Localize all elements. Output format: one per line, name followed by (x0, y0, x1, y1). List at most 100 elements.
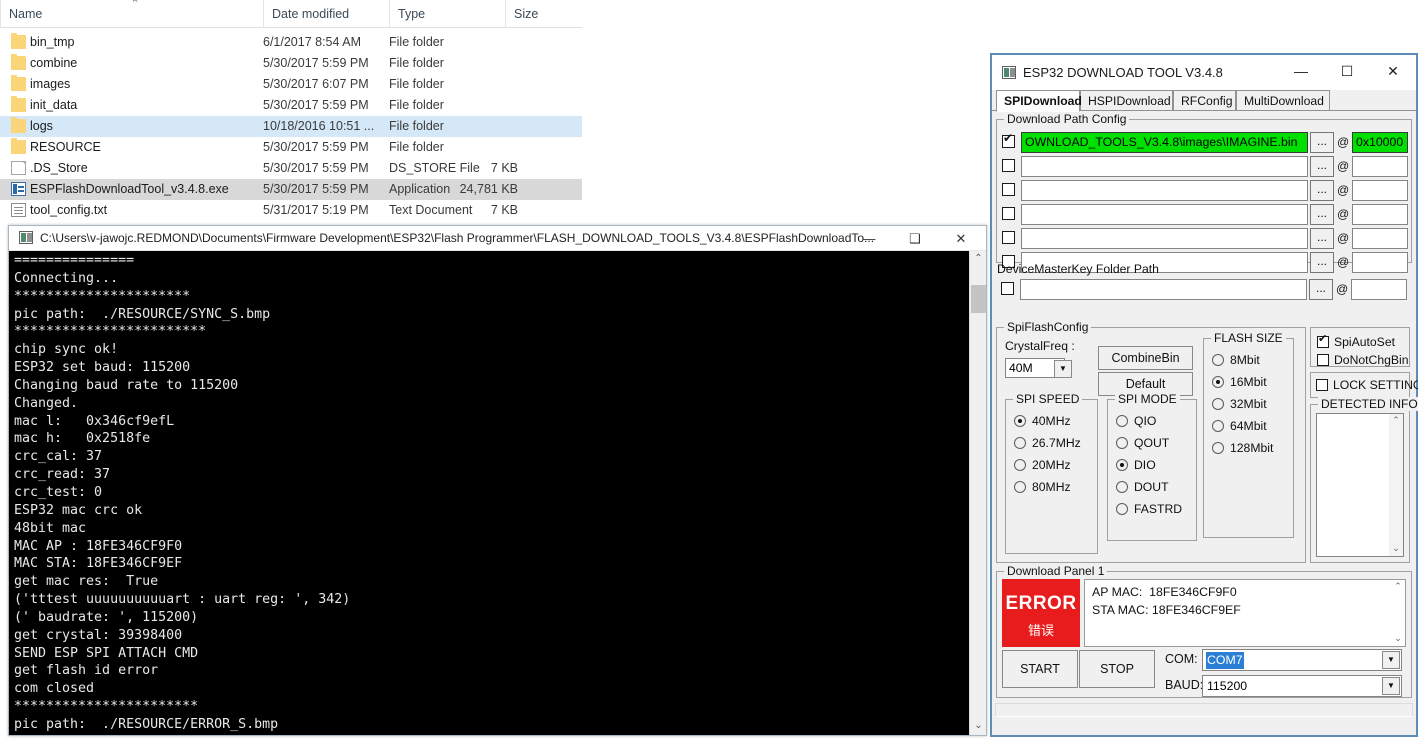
column-header-type[interactable]: Type (389, 0, 505, 28)
baud-rate-select[interactable]: 115200 ▼ (1202, 675, 1402, 697)
tab-hspidownload[interactable]: HSPIDownload (1080, 90, 1173, 111)
file-row[interactable]: .DS_Store 5/30/2017 5:59 PM DS_STORE File 7… (0, 158, 582, 179)
console-minimize-button[interactable]: — (846, 226, 892, 251)
start-button[interactable]: START (1002, 650, 1078, 688)
radio-icon (1116, 415, 1128, 427)
lock-settings-label: LOCK SETTINGS (1333, 378, 1418, 392)
file-row[interactable]: init_data 5/30/2017 5:59 PM File folder (0, 95, 582, 116)
offset-input[interactable] (1352, 156, 1408, 177)
console-window: C:\Users\v-jawojc.REDMOND\Documents\Firm… (8, 225, 987, 736)
esp-title-bar[interactable]: ESP32 DOWNLOAD TOOL V3.4.8 — ☐ ✕ (992, 55, 1416, 90)
file-size (444, 74, 518, 95)
radio-icon (1014, 481, 1026, 493)
path-input[interactable] (1021, 156, 1308, 177)
detected-info-scrollbar[interactable]: ⌃ ⌄ (1389, 414, 1403, 556)
console-scroll-down-icon[interactable]: ⌄ (970, 718, 987, 735)
offset-input[interactable] (1352, 204, 1408, 225)
combine-bin-button[interactable]: CombineBin (1098, 346, 1193, 370)
file-row[interactable]: images 5/30/2017 6:07 PM File folder (0, 74, 582, 95)
at-symbol: @ (1337, 207, 1350, 221)
browse-button[interactable]: ... (1310, 252, 1334, 273)
baud-rate-value: 115200 (1207, 679, 1248, 693)
path-enable-checkbox[interactable] (1001, 282, 1014, 295)
file-row[interactable]: logs 10/18/2016 10:51 ... File folder (0, 116, 582, 137)
column-header-name[interactable]: Name (0, 0, 263, 28)
console-scrollbar-thumb[interactable] (971, 285, 986, 313)
column-header-date-modified[interactable]: Date modified (263, 0, 389, 28)
at-symbol: @ (1336, 282, 1349, 296)
stop-button[interactable]: STOP (1079, 650, 1155, 688)
status-badge-sub-text: 错误 (1027, 623, 1054, 638)
tab-multidownload[interactable]: MultiDownload (1236, 90, 1330, 111)
mac-info-box[interactable]: AP MAC: 18FE346CF9F0 STA MAC: 18FE346CF9… (1084, 579, 1406, 647)
console-output-area[interactable]: =============== Connecting... **********… (9, 251, 986, 735)
file-row[interactable]: ESPFlashDownloadTool_v3.4.8.exe 5/30/2017… (0, 179, 582, 200)
browse-button[interactable]: ... (1310, 204, 1334, 225)
console-scroll-up-icon[interactable]: ⌃ (970, 251, 987, 268)
radio-label: 128Mbit (1230, 441, 1274, 455)
offset-input[interactable] (1352, 228, 1408, 249)
radio-label: 20MHz (1032, 458, 1071, 472)
console-title-bar[interactable]: C:\Users\v-jawojc.REDMOND\Documents\Firm… (9, 226, 986, 251)
file-row[interactable]: combine 5/30/2017 5:59 PM File folder (0, 53, 582, 74)
offset-input[interactable] (1351, 279, 1407, 300)
path-enable-checkbox[interactable] (1002, 132, 1015, 148)
file-name: RESOURCE (30, 140, 101, 154)
chevron-down-icon[interactable]: ▼ (1054, 360, 1072, 378)
com-port-label: COM: (1165, 652, 1198, 666)
detected-scroll-up-icon[interactable]: ⌃ (1389, 414, 1403, 428)
column-header-size[interactable]: Size (505, 0, 582, 28)
file-row[interactable]: RESOURCE 5/30/2017 5:59 PM File folder (0, 137, 582, 158)
textdoc-icon (11, 203, 26, 217)
console-maximize-button[interactable]: ❑ (892, 226, 938, 251)
detected-info-textarea[interactable]: ⌃ ⌄ (1316, 413, 1404, 557)
chevron-down-icon[interactable]: ▼ (1382, 677, 1400, 695)
crystal-freq-select[interactable]: 40M ▼ (1005, 358, 1072, 378)
browse-button[interactable]: ... (1310, 228, 1334, 249)
download-path-row: ... @ (1001, 279, 1407, 300)
esp32-download-tool-window: ESP32 DOWNLOAD TOOL V3.4.8 — ☐ ✕ SPIDown… (990, 53, 1418, 737)
esp-close-button[interactable]: ✕ (1370, 55, 1416, 88)
path-enable-checkbox[interactable] (1002, 231, 1015, 244)
path-enable-checkbox[interactable] (1002, 183, 1015, 196)
file-date-modified: 5/30/2017 5:59 PM (263, 140, 369, 154)
file-row[interactable]: bin_tmp 6/1/2017 8:54 AM File folder (0, 32, 582, 53)
file-size (444, 95, 518, 116)
path-enable-checkbox[interactable] (1002, 207, 1015, 220)
path-input[interactable] (1021, 204, 1308, 225)
chevron-down-icon[interactable]: ▼ (1382, 651, 1400, 669)
browse-button[interactable]: ... (1309, 279, 1333, 300)
file-date-modified: 5/31/2017 5:19 PM (263, 203, 369, 217)
file-row[interactable]: tool_config.txt 5/31/2017 5:19 PM Text Doc… (0, 200, 582, 221)
path-input[interactable] (1021, 180, 1308, 201)
file-date-modified: 5/30/2017 5:59 PM (263, 98, 369, 112)
path-enable-checkbox[interactable] (1002, 159, 1015, 172)
offset-input[interactable] (1352, 180, 1408, 201)
tab-rfconfig[interactable]: RFConfig (1173, 90, 1236, 111)
mac-info-scrollbar[interactable]: ⌃ ⌄ (1391, 580, 1405, 646)
tab-spidownload[interactable]: SPIDownload (996, 90, 1082, 112)
mac-scroll-down-icon[interactable]: ⌄ (1391, 632, 1405, 646)
path-input[interactable] (1021, 228, 1308, 249)
detected-scroll-down-icon[interactable]: ⌄ (1389, 542, 1403, 556)
download-path-row: ... @ (1002, 156, 1408, 177)
browse-button[interactable]: ... (1310, 132, 1334, 153)
offset-input[interactable] (1352, 252, 1408, 273)
esp-minimize-button[interactable]: — (1278, 55, 1324, 88)
path-input[interactable]: OWNLOAD_TOOLS_V3.4.8\images\IMAGINE.bin (1021, 132, 1308, 153)
path-input[interactable] (1020, 279, 1307, 300)
device-master-key-label: DeviceMasterKey Folder Path (997, 262, 1159, 276)
download-path-row: OWNLOAD_TOOLS_V3.4.8\images\IMAGINE.bin.… (1002, 132, 1408, 153)
browse-button[interactable]: ... (1310, 180, 1334, 201)
browse-button[interactable]: ... (1310, 156, 1334, 177)
com-port-select[interactable]: COM7 ▼ (1202, 649, 1402, 671)
at-symbol: @ (1337, 183, 1350, 197)
console-close-button[interactable]: ✕ (938, 226, 984, 251)
flash-size-label: FLASH SIZE (1211, 331, 1286, 345)
folder-icon (11, 117, 26, 133)
radio-label: 16Mbit (1230, 375, 1267, 389)
offset-input[interactable]: 0x10000 (1352, 132, 1408, 153)
esp-maximize-button[interactable]: ☐ (1324, 55, 1370, 88)
console-scrollbar[interactable]: ⌃ ⌄ (969, 251, 986, 735)
mac-scroll-up-icon[interactable]: ⌃ (1391, 580, 1405, 594)
